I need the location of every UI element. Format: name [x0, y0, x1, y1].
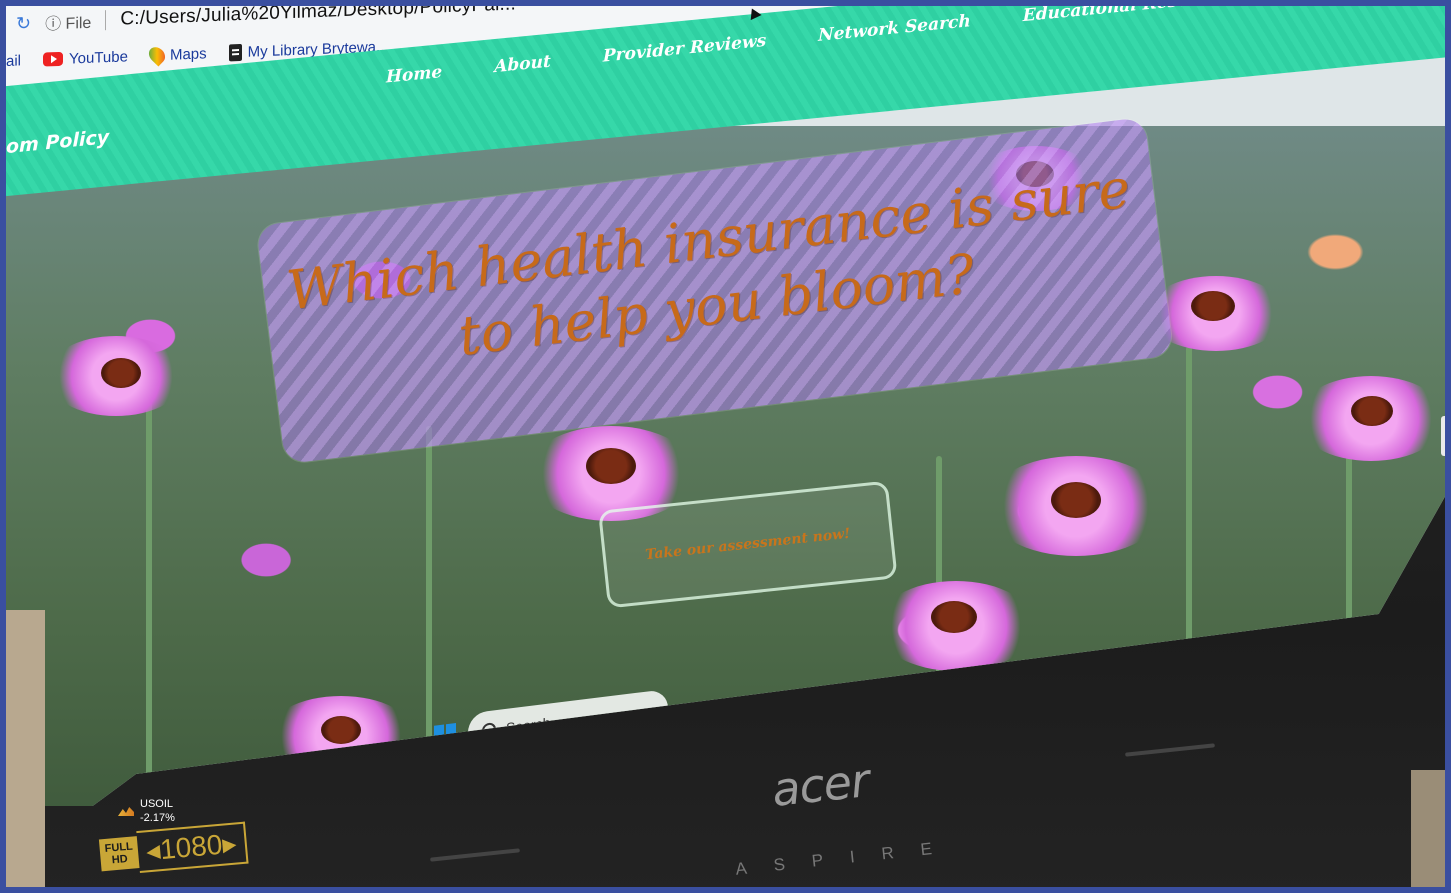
- app-red-icon[interactable]: [1006, 662, 1028, 688]
- nav-educational-resources[interactable]: Educational Resources: [1023, 6, 1241, 26]
- task-view-icon[interactable]: [686, 702, 708, 727]
- chrome-icon[interactable]: [1166, 643, 1188, 668]
- windows-start-icon[interactable]: [434, 723, 456, 748]
- bookmark-label: YouTube: [69, 47, 128, 68]
- bookmark-label: Maps: [169, 44, 207, 64]
- full-hd-bottom: HD: [111, 853, 129, 867]
- site-brand[interactable]: om Policy: [6, 126, 109, 158]
- vscode-icon[interactable]: [1126, 648, 1148, 673]
- terminal-icon[interactable]: [1046, 657, 1068, 683]
- volume-icon[interactable]: ♪: [1326, 647, 1341, 663]
- aspire-label: ASPIRE: [734, 836, 960, 879]
- desk-surface-right: [1411, 770, 1451, 893]
- document-icon: [228, 43, 242, 61]
- ticker-change: -2.17%: [140, 812, 175, 824]
- search-icon: [482, 722, 496, 738]
- nav-about[interactable]: About: [494, 52, 551, 77]
- file-explorer-icon[interactable]: [766, 692, 788, 717]
- url-scheme-label: File: [65, 14, 92, 33]
- store-icon[interactable]: [886, 677, 908, 703]
- laptop-screen: ↻ ⓘ File C:/Users/Julia%20Yilmaz/Desktop…: [6, 6, 1451, 806]
- skype-icon[interactable]: [846, 682, 868, 708]
- desk-surface-left: [0, 610, 45, 893]
- clock-date: 9/28/2023: [1382, 646, 1432, 662]
- maps-icon: [145, 43, 169, 67]
- ticker-symbol: USOIL: [140, 798, 174, 810]
- nav-provider-reviews[interactable]: Provider Reviews: [603, 31, 766, 67]
- resolution-value: 1080: [158, 828, 224, 866]
- laptop-photo: ↻ ⓘ File C:/Users/Julia%20Yilmaz/Desktop…: [0, 0, 1451, 893]
- reload-icon[interactable]: ↻: [16, 13, 31, 35]
- file-scheme-chip: ⓘ File: [45, 14, 92, 34]
- full-hd-badge: FULL HD ◂1080▸: [98, 821, 249, 877]
- media-player-icon[interactable]: [926, 672, 948, 698]
- nav-home[interactable]: Home: [386, 62, 442, 87]
- scrollbar-thumb[interactable]: [1441, 416, 1451, 456]
- chart-trend-icon: [118, 807, 134, 816]
- hinge-slot-left: [430, 848, 520, 862]
- bookmark-mail[interactable]: ail: [6, 52, 21, 70]
- edge-icon[interactable]: [806, 687, 828, 713]
- chevron-up-icon[interactable]: ⌃: [1288, 649, 1308, 665]
- tray-icons[interactable]: ⌃◠♪▭: [1288, 646, 1362, 666]
- bookmark-maps[interactable]: Maps: [145, 43, 207, 67]
- url-text[interactable]: C:/Users/Julia%20Yilmaz/Desktop/PolicyPa…: [120, 6, 516, 31]
- address-separator: [105, 10, 107, 31]
- acer-logo: acer: [769, 753, 872, 817]
- taskbar-search[interactable]: Search: [468, 688, 668, 752]
- resolution-label: ◂1080▸: [136, 821, 249, 873]
- bookmark-label: ail: [6, 51, 22, 70]
- hinge-slot-right: [1125, 743, 1215, 757]
- full-hd-label: FULL HD: [98, 836, 140, 872]
- cta-label: Take our assessment now!: [644, 525, 852, 564]
- clock-time: 1:48 PM: [1389, 634, 1431, 649]
- taskbar-search-label: Search: [506, 714, 551, 736]
- stock-ticker-widget[interactable]: USOIL -2.17%: [118, 797, 175, 825]
- powerpoint-icon[interactable]: [966, 667, 988, 693]
- youtube-icon: [43, 51, 64, 67]
- bookmark-youtube[interactable]: YouTube: [43, 48, 128, 68]
- discord-icon[interactable]: [1086, 652, 1108, 678]
- tray-clock[interactable]: 1:48 PM 9/28/2023: [1381, 635, 1431, 662]
- address-bar[interactable]: ↻ ⓘ File C:/Users/Julia%20Yilmaz/Desktop…: [16, 6, 516, 36]
- teams-icon[interactable]: [726, 697, 748, 722]
- nav-network-search[interactable]: Network Search: [818, 11, 971, 46]
- power-app-icon[interactable]: [1206, 638, 1228, 663]
- wifi-icon[interactable]: ◠: [1306, 648, 1326, 664]
- battery-icon[interactable]: ▭: [1340, 646, 1361, 662]
